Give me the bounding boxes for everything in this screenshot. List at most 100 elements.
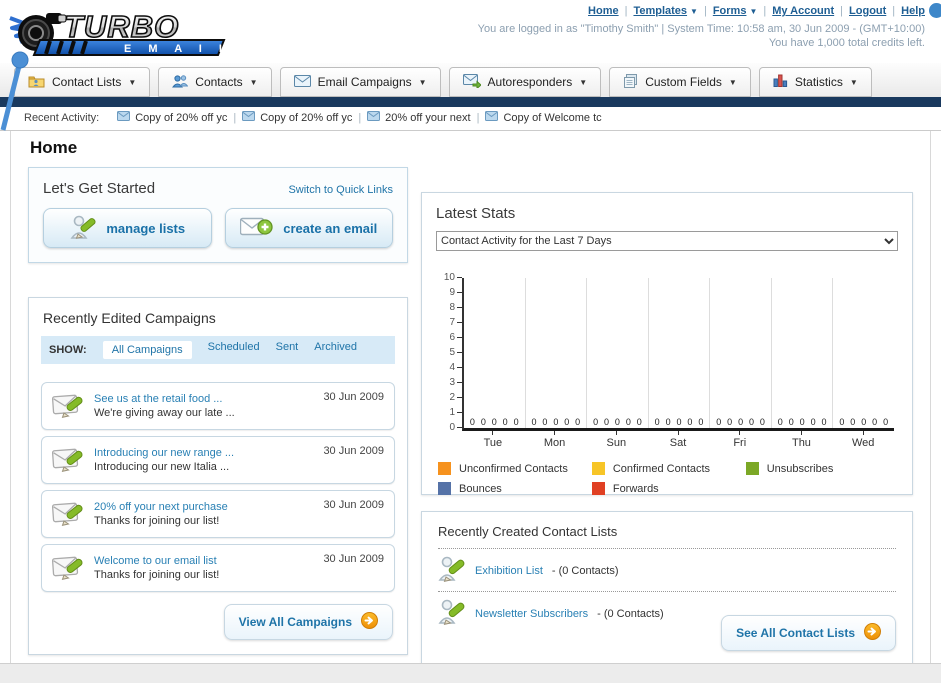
contacts-icon <box>172 74 189 91</box>
campaign-title-link[interactable]: See us at the retail food ... <box>94 392 313 406</box>
chevron-down-icon: ▼ <box>849 77 858 87</box>
help-bubble-icon[interactable] <box>929 3 941 18</box>
legend-label: Forwards <box>612 482 659 495</box>
tab-contact-lists[interactable]: Contact Lists ▼ <box>14 67 151 97</box>
x-tick-mark <box>739 431 741 435</box>
arrow-circle-icon <box>864 623 881 643</box>
stats-range-select[interactable]: Contact Activity for the Last 7 Days <box>436 231 898 251</box>
main-nav-tabbar: Contact Lists ▼ Contacts ▼ Email Campaigns ▼ A… <box>0 63 941 97</box>
tab-statistics[interactable]: Statistics ▼ <box>758 67 872 97</box>
mini-envelope-icon <box>367 107 381 130</box>
autoresponders-icon <box>462 73 482 91</box>
chevron-down-icon: ▼ <box>579 77 588 87</box>
contact-list-item[interactable]: Exhibition List - (0 Contacts) <box>438 548 896 591</box>
x-axis-day-label: Thu <box>771 431 833 449</box>
legend-item: Unconfirmed Contacts <box>436 462 590 475</box>
bar-value-label: 0 <box>469 417 475 427</box>
filter-archived[interactable]: Archived <box>314 341 357 359</box>
button-label: create an email <box>283 220 378 236</box>
bar-value-label: 0 <box>727 417 733 427</box>
campaign-subtitle: Introducing our new Italia ... <box>94 461 230 473</box>
contact-edit-icon <box>438 555 466 586</box>
tab-contacts[interactable]: Contacts ▼ <box>158 67 272 97</box>
bar-value-label: 0 <box>861 417 867 427</box>
filter-all-campaigns[interactable]: All Campaigns <box>102 341 192 359</box>
mini-envelope-icon <box>117 107 131 130</box>
tab-autoresponders[interactable]: Autoresponders ▼ <box>448 67 602 97</box>
bar-value-label: 0 <box>654 417 660 427</box>
bar-value-label: 0 <box>799 417 805 427</box>
y-tick-mark <box>457 337 462 338</box>
y-tick-label: 4 <box>449 362 455 373</box>
recent-activity-label: Recent Activity: <box>24 112 100 124</box>
x-axis-day-label: Wed <box>832 431 894 449</box>
contact-edit-icon <box>438 598 466 629</box>
top-link-home[interactable]: Home <box>588 5 619 17</box>
y-tick-label: 0 <box>449 422 455 433</box>
legend-label: Bounces <box>459 482 502 495</box>
tab-email-campaigns[interactable]: Email Campaigns ▼ <box>279 67 441 97</box>
tab-label: Custom Fields <box>645 75 722 89</box>
y-tick-label: 8 <box>449 302 455 313</box>
filter-scheduled[interactable]: Scheduled <box>208 341 260 359</box>
bar-value-label: 0 <box>542 417 548 427</box>
bar-value-label: 0 <box>883 417 889 427</box>
campaign-subtitle: Thanks for joining our list! <box>94 569 220 581</box>
tab-label: Email Campaigns <box>317 75 412 89</box>
top-link-forms[interactable]: Forms <box>713 5 747 17</box>
create-an-email-button[interactable]: create an email <box>224 208 393 248</box>
campaigns-panel-title: Recently Edited Campaigns <box>43 310 216 326</box>
bar-value-label: 0 <box>502 417 508 427</box>
tab-label: Contact Lists <box>52 75 122 89</box>
tab-custom-fields[interactable]: Custom Fields ▼ <box>609 67 751 97</box>
contact-list-name-link[interactable]: Newsletter Subscribers <box>475 608 588 620</box>
top-link-logout[interactable]: Logout <box>849 5 886 17</box>
y-tick-mark <box>457 352 462 353</box>
email-campaigns-icon <box>293 74 311 90</box>
campaign-card[interactable]: 20% off your next purchase Thanks for joi… <box>41 490 395 538</box>
bar-value-label: 0 <box>850 417 856 427</box>
campaign-title-link[interactable]: Welcome to our email list <box>94 554 313 568</box>
campaign-card[interactable]: Introducing our new range ... Introducing… <box>41 436 395 484</box>
top-link-templates[interactable]: Templates <box>633 5 687 17</box>
bar-value-label: 0 <box>759 417 765 427</box>
campaign-date: 30 Jun 2009 <box>323 391 384 403</box>
bar-value-label: 0 <box>698 417 704 427</box>
recent-activity-item[interactable]: Copy of 20% off yc <box>117 107 227 130</box>
switch-quick-links-link[interactable]: Switch to Quick Links <box>288 184 393 196</box>
top-link-my-account[interactable]: My Account <box>772 5 834 17</box>
contact-list-name-link[interactable]: Exhibition List <box>475 565 543 577</box>
manage-lists-button[interactable]: manage lists <box>43 208 212 248</box>
top-link-help[interactable]: Help <box>901 5 925 17</box>
y-tick-mark <box>457 427 462 428</box>
y-tick-label: 5 <box>449 347 455 358</box>
recent-activity-item[interactable]: Copy of 20% off yc <box>242 107 352 130</box>
campaign-edit-icon <box>51 392 84 421</box>
arrow-circle-icon <box>361 612 378 632</box>
campaign-title-link[interactable]: Introducing our new range ... <box>94 446 313 460</box>
bar-value-label: 0 <box>636 417 642 427</box>
campaign-card[interactable]: Welcome to our email list Thanks for join… <box>41 544 395 592</box>
bar-value-label: 0 <box>777 417 783 427</box>
campaign-title-link[interactable]: 20% off your next purchase <box>94 500 313 514</box>
x-axis-day-label: Tue <box>462 431 524 449</box>
recent-activity-bar: Recent Activity: Copy of 20% off yc | Copy … <box>0 107 941 131</box>
chart-plot-area: 00000000000000000000000000000000000 <box>462 278 894 431</box>
login-line: You are logged in as "Timothy Smith" | S… <box>477 23 925 35</box>
legend-item: Forwards <box>590 482 744 495</box>
mini-envelope-icon <box>485 107 499 130</box>
y-tick-label: 6 <box>449 332 455 343</box>
show-label: SHOW: <box>49 344 87 356</box>
recent-activity-item[interactable]: Copy of Welcome tc <box>485 107 602 130</box>
legend-swatch <box>745 462 759 475</box>
y-tick-mark <box>457 397 462 398</box>
see-all-contact-lists-button[interactable]: See All Contact Lists <box>721 615 896 651</box>
view-all-campaigns-button[interactable]: View All Campaigns <box>223 604 393 640</box>
bar-value-label: 0 <box>593 417 599 427</box>
chevron-down-icon: ▼ <box>249 77 258 87</box>
chevron-down-icon: ▼ <box>728 77 737 87</box>
x-axis-day-label: Sun <box>585 431 647 449</box>
recent-activity-item[interactable]: 20% off your next <box>367 107 471 130</box>
filter-sent[interactable]: Sent <box>276 341 299 359</box>
campaign-card[interactable]: See us at the retail food ... We're givin… <box>41 382 395 430</box>
